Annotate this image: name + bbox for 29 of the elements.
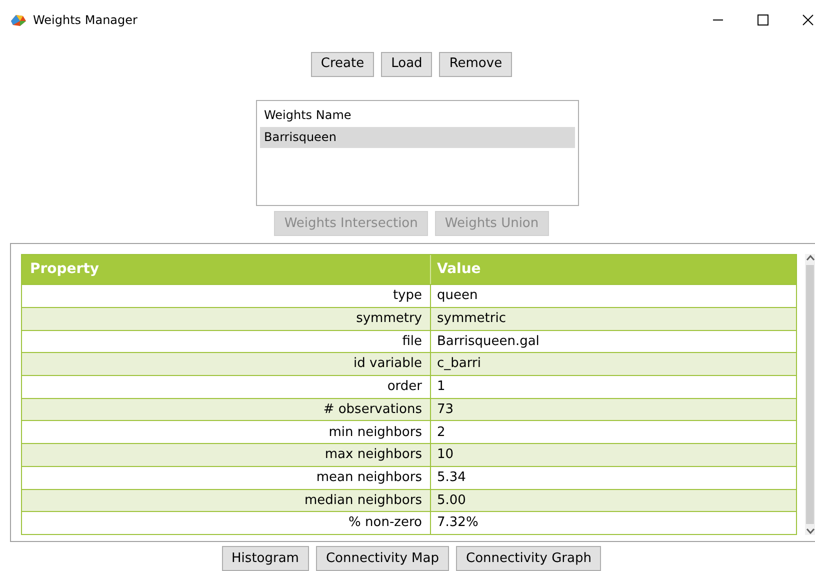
- column-header: Value: [436, 260, 482, 280]
- window-title: Weights Manager: [33, 12, 138, 29]
- close-icon[interactable]: [802, 14, 814, 26]
- table-cell-text: symmetric: [436, 310, 507, 328]
- scroll-thumb[interactable]: [806, 265, 814, 524]
- app-logo-icon: [10, 12, 28, 27]
- table-cell-text: queen: [436, 287, 479, 306]
- maximize-icon[interactable]: [757, 14, 769, 26]
- action-button[interactable]: Load: [381, 52, 432, 77]
- table-cell-text: Barrisqueen.gal: [436, 332, 540, 351]
- action-button[interactable]: Connectivity Graph: [456, 546, 602, 571]
- table-cell: % non-zero: [22, 512, 431, 534]
- table-cell-text: c_barri: [436, 355, 482, 374]
- action-button[interactable]: Remove: [439, 52, 512, 77]
- action-button[interactable]: Connectivity Map: [316, 546, 449, 571]
- scroll-down-icon[interactable]: [806, 527, 814, 536]
- scroll-up-icon[interactable]: [806, 254, 814, 262]
- action-button[interactable]: Create: [310, 52, 374, 77]
- table-cell-text: 10: [436, 446, 455, 464]
- list-header: Weights Name: [263, 107, 352, 124]
- table-cell-text: 73: [436, 400, 455, 419]
- table-cell-text: 7.32%: [436, 514, 480, 532]
- action-button[interactable]: Histogram: [222, 546, 309, 571]
- table-cell-text: 5.34: [436, 469, 467, 488]
- table-cell-text: 1: [436, 378, 446, 396]
- table-cell-text: 5.00: [436, 492, 467, 510]
- list-item[interactable]: Barrisqueen: [260, 126, 575, 148]
- table-cell-text: 2: [436, 424, 446, 442]
- scrollbar[interactable]: [805, 254, 815, 536]
